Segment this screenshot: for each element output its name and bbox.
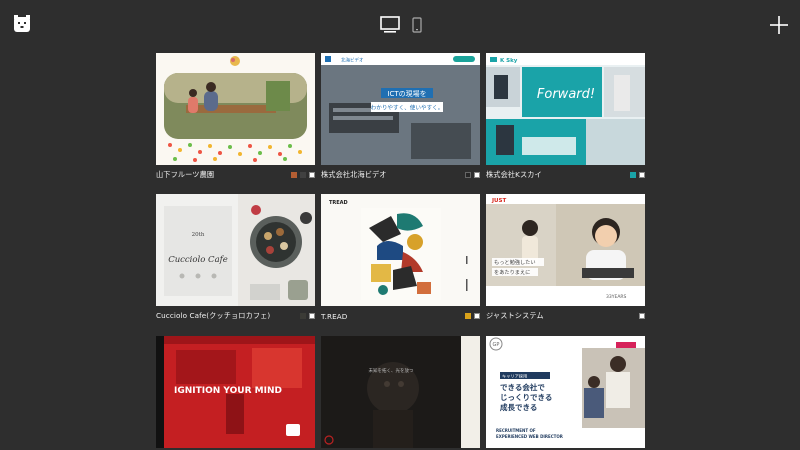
- thumb-headline: IGNITION YOUR MIND: [174, 386, 282, 396]
- thumb-headline: Forward!: [537, 87, 595, 102]
- site-card[interactable]: JUST もっと勉強したい をあたりまえに 33YEARS ジャストシステム: [486, 194, 645, 324]
- site-card[interactable]: TREAD T.READ: [321, 194, 480, 324]
- color-swatches: [300, 313, 315, 319]
- phone-icon[interactable]: [412, 17, 422, 33]
- color-swatch: [630, 172, 636, 178]
- thumb-headline: 未知を拓く、光を放つ: [369, 367, 414, 374]
- color-swatches: [630, 172, 645, 178]
- site-card[interactable]: IGNITION YOUR MIND: [156, 336, 315, 448]
- site-card[interactable]: 未知を拓く、光を放つ: [321, 336, 480, 448]
- thumb-brand: TREAD: [329, 200, 348, 206]
- thumb-headline-3: 成長できる: [500, 402, 537, 412]
- thumb-headline-2: じっくりできる: [500, 393, 552, 402]
- bear-icon[interactable]: [12, 14, 32, 34]
- site-card[interactable]: 20th Cucciolo Cafe Cucciolo Cafe(クッチョロカフ…: [156, 194, 315, 324]
- site-thumbnail[interactable]: TREAD: [321, 194, 480, 306]
- top-bar: [0, 0, 800, 50]
- site-card[interactable]: 山下フルーツ農園: [156, 53, 315, 183]
- color-swatch: [291, 172, 297, 178]
- color-swatch: [465, 313, 471, 319]
- color-swatches: [639, 313, 645, 319]
- monitor-icon[interactable]: [380, 16, 400, 34]
- thumb-subline: をあたりまえに: [494, 269, 530, 276]
- thumb-tag: キャリア採用: [502, 373, 527, 380]
- color-swatch: [300, 313, 306, 319]
- color-swatch: [309, 313, 315, 319]
- site-card[interactable]: K Sky Forward! 株式会社Kスカイ: [486, 53, 645, 183]
- color-swatch: [474, 172, 480, 178]
- site-thumbnail[interactable]: ICTの現場を わかりやすく、使いやすく。 北海ビデオ: [321, 53, 480, 165]
- site-title[interactable]: Cucciolo Cafe(クッチョロカフェ): [156, 311, 270, 321]
- thumb-headline: Cucciolo Cafe: [168, 255, 228, 265]
- color-swatch: [474, 313, 480, 319]
- site-title[interactable]: 山下フルーツ農園: [156, 170, 214, 180]
- thumb-caption: 33YEARS: [606, 294, 627, 300]
- view-toggle: [380, 16, 422, 34]
- site-thumbnail[interactable]: K Sky Forward!: [486, 53, 645, 165]
- thumb-caption: RECRUITMENT OF: [496, 428, 536, 433]
- color-swatch: [639, 313, 645, 319]
- thumb-headline: できる会社で: [500, 382, 545, 392]
- thumb-brand: K Sky: [500, 58, 518, 64]
- color-swatches: [291, 172, 315, 178]
- thumb-brand: JUST: [491, 198, 506, 204]
- site-card[interactable]: ICTの現場を わかりやすく、使いやすく。 北海ビデオ 株式会社北海ビデオ: [321, 53, 480, 183]
- site-thumbnail[interactable]: [156, 53, 315, 165]
- color-swatch: [309, 172, 315, 178]
- site-title[interactable]: ジャストシステム: [486, 311, 544, 321]
- site-thumbnail[interactable]: IGNITION YOUR MIND: [156, 336, 315, 448]
- site-thumbnail[interactable]: GP キャリア採用 できる会社で じっくりできる 成長できる RECRUITME…: [486, 336, 645, 448]
- color-swatches: [465, 313, 480, 319]
- site-title[interactable]: 株式会社北海ビデオ: [321, 170, 387, 180]
- thumb-badge: 20th: [192, 232, 205, 238]
- site-title[interactable]: T.READ: [321, 312, 347, 321]
- color-swatches: [465, 172, 480, 178]
- thumb-brand: GP: [493, 342, 500, 348]
- site-thumbnail[interactable]: 20th Cucciolo Cafe: [156, 194, 315, 306]
- site-card[interactable]: GP キャリア採用 できる会社で じっくりできる 成長できる RECRUITME…: [486, 336, 645, 448]
- color-swatch: [465, 172, 471, 178]
- site-thumbnail[interactable]: JUST もっと勉強したい をあたりまえに 33YEARS: [486, 194, 645, 306]
- thumb-subline: わかりやすく、使いやすく。: [371, 104, 444, 112]
- thumb-headline: もっと勉強したい: [494, 258, 536, 266]
- site-thumbnail[interactable]: 未知を拓く、光を放つ: [321, 336, 480, 448]
- plus-icon[interactable]: [768, 14, 790, 36]
- thumb-caption-2: EXPERIENCED WEB DIRECTOR: [496, 434, 563, 439]
- thumb-brand: 北海ビデオ: [341, 57, 364, 64]
- color-swatch: [639, 172, 645, 178]
- color-swatch: [300, 172, 306, 178]
- site-title[interactable]: 株式会社Kスカイ: [486, 170, 542, 180]
- thumb-headline: ICTの現場を: [387, 89, 426, 98]
